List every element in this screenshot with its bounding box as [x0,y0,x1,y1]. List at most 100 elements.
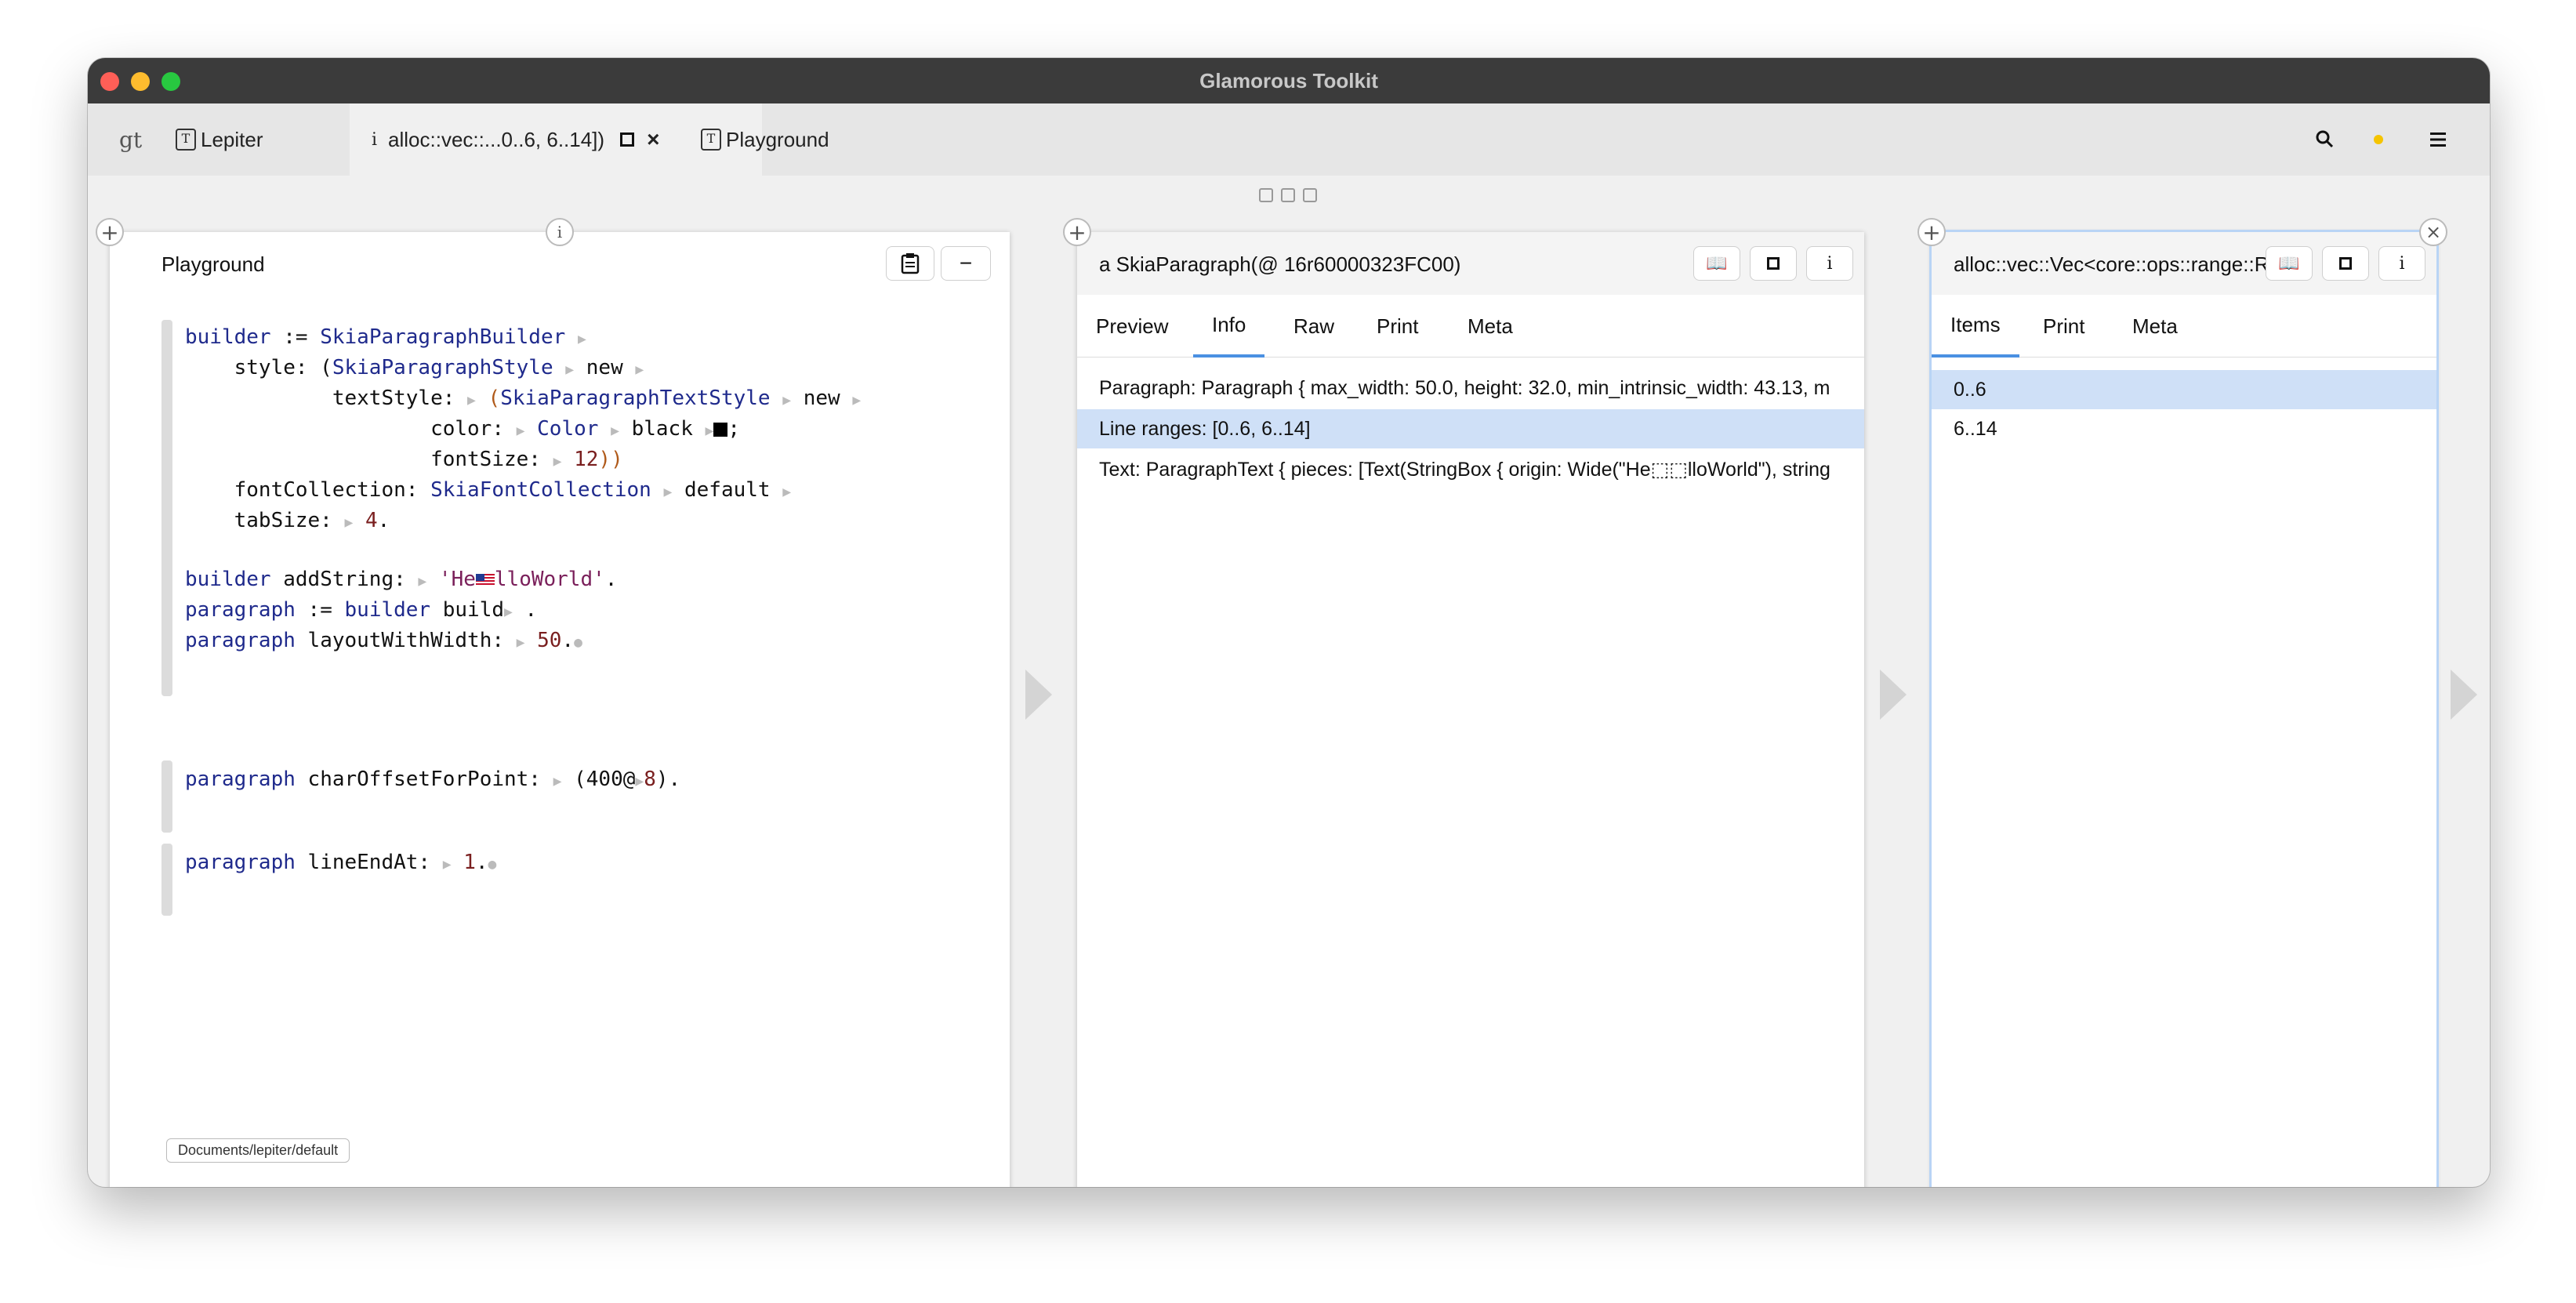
expand-icon: ▶ [852,392,862,408]
page-icon: T [701,129,721,151]
next-pane-arrow-icon[interactable] [1880,670,1907,720]
list-item[interactable]: 6..14 [1932,409,2436,448]
expand-icon: ▶ [442,856,452,873]
bullet-icon: ● [574,634,582,651]
database-path-chip[interactable]: Documents/lepiter/default [166,1138,350,1163]
expand-icon: ▶ [553,773,562,789]
expand-icon: ▶ [611,423,619,439]
tab-meta[interactable]: Meta [2113,295,2197,358]
pane-header: a SkiaParagraph(@ 16r60000323FC00) 📖 i [1077,232,1864,295]
inspector-icon: i [372,129,378,150]
tab-raw[interactable]: Raw [1275,295,1353,358]
code-editor-3[interactable]: paragraph lineEndAt: ▶ 1.● [185,848,496,879]
search-button[interactable] [2314,103,2336,176]
inspect-button[interactable]: i [1806,246,1853,281]
expand-icon: ▶ [663,484,673,500]
add-pane-button[interactable]: + [1063,218,1091,246]
info-icon: i [557,223,563,241]
expand-icon: ▶ [565,361,575,378]
book-icon: 📖 [2278,253,2300,273]
expand-icon: ▶ [635,773,644,789]
bullet-icon: ● [488,856,497,873]
tab-info[interactable]: Info [1193,295,1265,358]
book-icon: 📖 [1706,253,1728,273]
close-icon: × [2425,221,2442,243]
tab-inspector-label: alloc::vec::...0..6, 6..14]) [388,127,605,151]
tab-meta[interactable]: Meta [1449,295,1532,358]
view-tabs: Items Print Meta [1932,295,2436,358]
status-indicator[interactable] [2374,103,2383,176]
tab-preview[interactable]: Preview [1077,295,1187,358]
expand-icon: ▶ [705,423,714,439]
expand-icon: ▶ [516,423,525,439]
expand-icon: ▶ [782,484,792,500]
code-snippet-2[interactable]: paragraph charOffsetForPoint: ▶ (400@▶8)… [161,760,985,833]
menu-button[interactable] [2429,103,2447,176]
pane-header: alloc::vec::Vec<core::ops::range::Ra 📖 i [1932,232,2436,295]
browse-button[interactable]: 📖 [1693,246,1740,281]
expand-icon: ▶ [504,604,513,620]
next-pane-arrow-icon[interactable] [2451,670,2477,720]
snippet-bar [161,320,172,696]
collapse-button[interactable]: − [941,246,991,281]
expand-icon: ▶ [635,361,644,378]
tab-print[interactable]: Print [1358,295,1437,358]
pane-dot [1281,188,1295,202]
snippet-bar [161,844,172,916]
expand-icon: ▶ [344,514,354,531]
add-pane-button[interactable]: + [1917,218,1946,246]
plus-icon: + [100,219,119,245]
clipboard-icon [901,253,920,274]
tab-playground[interactable]: T Playground [701,103,829,176]
close-tab-icon[interactable]: × [647,127,659,152]
plus-icon: + [1068,219,1087,245]
snippet-bar [161,760,172,833]
close-pane-button[interactable]: × [2419,218,2447,246]
info-icon: i [2399,253,2405,274]
maximize-tab-icon[interactable] [620,132,635,147]
gt-home-tab[interactable]: gt [119,103,142,176]
next-pane-arrow-icon[interactable] [1025,670,1052,720]
maximize-button[interactable] [1750,246,1797,281]
pane-dot [1303,188,1317,202]
minus-icon: − [959,251,973,275]
pane-title: alloc::vec::Vec<core::ops::range::Ra [1954,252,2275,276]
maximize-button[interactable] [2322,246,2369,281]
pane-title: Playground [161,252,265,276]
code-snippet-1[interactable]: builder := SkiaParagraphBuilder ▶ style:… [161,320,985,696]
code-editor-2[interactable]: paragraph charOffsetForPoint: ▶ (400@▶8)… [185,765,680,796]
inspect-button[interactable]: i [2378,246,2425,281]
app-window: Glamorous Toolkit gt T Lepiter i alloc::… [88,58,2490,1187]
list-item[interactable]: Text: ParagraphText { pieces: [Text(Stri… [1077,450,1864,489]
tab-print[interactable]: Print [2024,295,2103,358]
page-icon: T [176,129,196,151]
list-item[interactable]: Line ranges: [0..6, 6..14] [1077,409,1864,448]
pane-dot [1259,188,1273,202]
list-item[interactable]: Paragraph: Paragraph { max_width: 50.0, … [1077,368,1864,408]
view-tabs: Preview Info Raw Print Meta [1077,295,1864,358]
expand-icon: ▶ [467,392,476,408]
pane-overview-indicator[interactable] [1259,188,1317,202]
tab-items[interactable]: Items [1932,295,2019,358]
title-bar: Glamorous Toolkit [88,58,2490,103]
code-snippet-3[interactable]: paragraph lineEndAt: ▶ 1.● [161,844,985,916]
us-flag-icon [475,573,495,586]
info-icon: i [1827,253,1833,274]
search-icon [2316,130,2334,148]
pane-title: a SkiaParagraph(@ 16r60000323FC00) [1099,252,1461,276]
tab-lepiter[interactable]: T Lepiter [176,103,263,176]
expand-icon: ▶ [516,634,525,651]
code-editor-1[interactable]: builder := SkiaParagraphBuilder ▶ style:… [185,323,861,657]
hamburger-menu-icon [2430,132,2446,147]
expand-icon: ▶ [782,392,792,408]
status-dot-icon [2374,135,2383,144]
inspector-pane-vec: alloc::vec::Vec<core::ops::range::Ra 📖 i… [1932,232,2436,1187]
playground-pane: Playground − builder := SkiaParagraphBui… [110,232,1010,1187]
clipboard-button[interactable] [886,246,934,281]
list-item[interactable]: 0..6 [1932,370,2436,409]
add-pane-left-button[interactable]: + [96,218,124,246]
tab-lepiter-label: Lepiter [201,127,263,151]
square-icon [2339,257,2352,270]
browse-button[interactable]: 📖 [2266,246,2313,281]
info-button[interactable]: i [546,218,574,246]
